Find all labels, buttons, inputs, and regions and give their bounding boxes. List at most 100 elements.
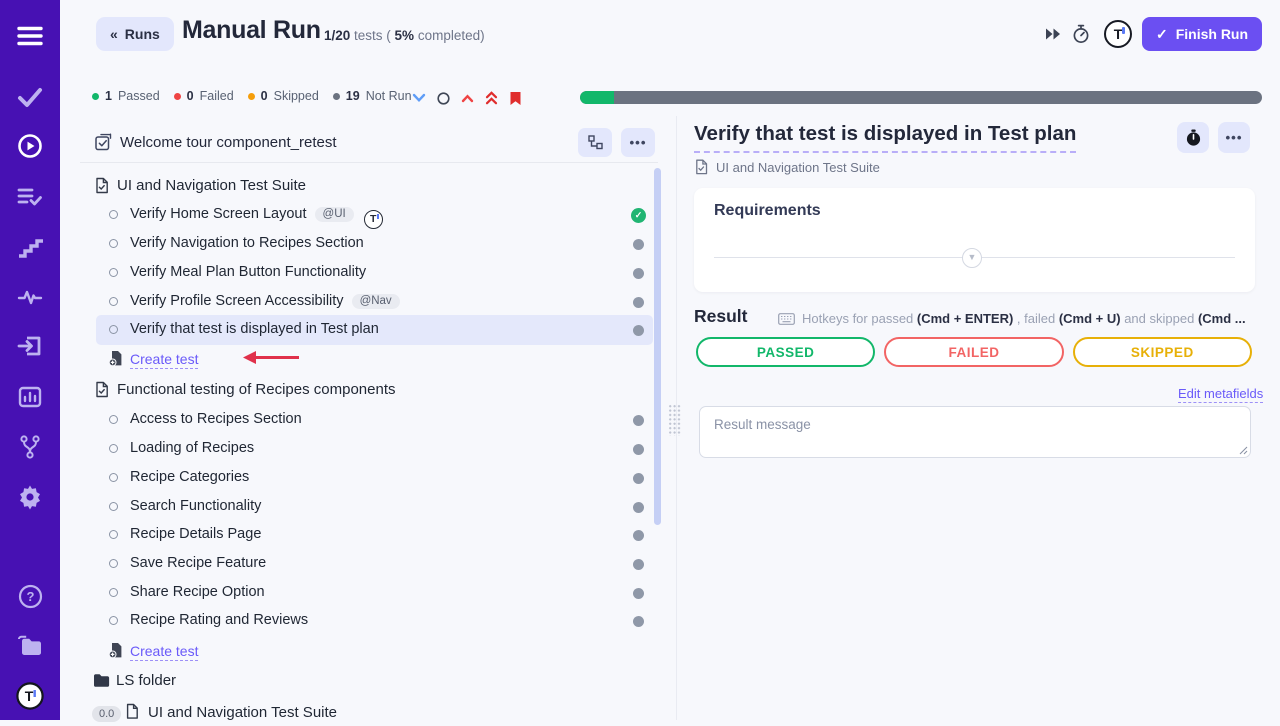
result-message-input[interactable] [699, 406, 1251, 458]
tree-test-row[interactable]: Save Recipe Feature [80, 551, 656, 577]
svg-text:T: T [25, 688, 34, 704]
test-tree: UI and Navigation Test Suite Verify Home … [80, 0, 656, 720]
tree-test-row[interactable]: Verify Meal Plan Button Functionality [80, 260, 656, 286]
tree-test-row[interactable]: Recipe Categories [80, 465, 656, 491]
tree-test-row[interactable]: Share Recipe Option [80, 580, 656, 606]
sidebar: ?T [0, 0, 60, 720]
tree-test-row[interactable]: Search Functionality [80, 494, 656, 520]
sidebar-item-help[interactable]: ? [0, 579, 60, 619]
import-icon [17, 334, 43, 363]
detail-more-button[interactable]: ••• [1218, 122, 1250, 153]
result-failed-button[interactable]: FAILED [884, 337, 1063, 367]
tree-test-row[interactable]: Verify Profile Screen Accessibility@Nav [80, 289, 656, 315]
create-test-link[interactable]: Create test [130, 351, 198, 369]
status-not-run-icon [633, 616, 644, 627]
test-bullet-icon [109, 444, 118, 453]
test-label: Recipe Rating and Reviews [130, 612, 308, 628]
test-label: Share Recipe Option [130, 584, 265, 600]
suite-doc-icon [694, 159, 709, 175]
test-detail-title[interactable]: Verify that test is displayed in Test pl… [694, 122, 1076, 153]
test-bullet-icon [109, 239, 118, 248]
annotation-arrow-icon [243, 350, 301, 365]
test-label: Verify Home Screen Layout@UIT [130, 206, 383, 229]
sidebar-item-pulse-activity[interactable] [0, 279, 60, 319]
sidebar-item-menu[interactable] [0, 18, 60, 58]
report-chart-icon [17, 385, 43, 414]
status-passed-icon: ✓ [631, 208, 646, 223]
tree-scrollbar[interactable] [654, 168, 661, 525]
test-label: Verify Meal Plan Button Functionality [130, 264, 366, 280]
logo-badge: T [1104, 20, 1132, 48]
tree-test-row[interactable]: Access to Recipes Section [80, 407, 656, 433]
status-not-run-icon [633, 502, 644, 513]
settings-gear-icon [17, 484, 43, 515]
tree-test-row[interactable]: Recipe Rating and Reviews [80, 608, 656, 634]
timer-icon [1185, 129, 1202, 147]
suite-breadcrumb[interactable]: UI and Navigation Test Suite [694, 159, 880, 175]
test-label: Save Recipe Feature [130, 555, 266, 571]
pulse-activity-icon [17, 287, 43, 312]
sidebar-item-company-logo[interactable]: T [0, 678, 60, 718]
tree-test-row[interactable]: Verify Home Screen Layout@UIT ✓ [80, 202, 656, 228]
create-test-link[interactable]: Create test [130, 643, 198, 661]
result-skipped-button[interactable]: SKIPPED [1073, 337, 1252, 367]
sidebar-item-tests-check[interactable] [0, 79, 60, 119]
tree-test-row[interactable]: Verify that test is displayed in Test pl… [80, 317, 656, 343]
folder-label: LS folder [116, 672, 176, 689]
steps-stairs-icon [17, 236, 43, 263]
status-not-run-icon [633, 325, 644, 336]
test-label: Verify Profile Screen Accessibility@Nav [130, 293, 400, 309]
tree-create-row[interactable]: Create test [80, 346, 656, 372]
expand-requirements-button[interactable]: ▼ [962, 248, 982, 268]
sidebar-item-report-chart[interactable] [0, 379, 60, 419]
result-message-wrap [699, 406, 1251, 458]
timer-button[interactable] [1177, 122, 1209, 153]
status-not-run-icon [633, 530, 644, 541]
sidebar-item-projects-folder[interactable] [0, 629, 60, 669]
tree-test-row[interactable]: Verify Navigation to Recipes Section [80, 231, 656, 257]
sidebar-item-steps-stairs[interactable] [0, 229, 60, 269]
status-not-run-icon [633, 268, 644, 279]
test-label: Recipe Categories [130, 469, 249, 485]
tree-test-row[interactable]: Recipe Details Page [80, 522, 656, 548]
test-bullet-icon [109, 473, 118, 482]
test-bullet-icon [109, 325, 118, 334]
tree-suite-row[interactable]: 0.0 UI and Navigation Test Suite [80, 700, 656, 726]
company-logo-icon: T [16, 682, 44, 715]
panel-resize-handle[interactable] [668, 404, 681, 436]
sidebar-item-plans-list-check[interactable] [0, 179, 60, 219]
test-label: Recipe Details Page [130, 526, 261, 542]
app-logo-icon[interactable]: T [1104, 20, 1132, 48]
runs-play-icon [17, 133, 43, 164]
help-icon: ? [18, 584, 43, 614]
result-passed-button[interactable]: PASSED [696, 337, 875, 367]
tree-create-row[interactable]: Create test [80, 638, 656, 664]
tree-suite-row[interactable]: UI and Navigation Test Suite [80, 173, 656, 199]
tree-test-row[interactable]: Loading of Recipes [80, 436, 656, 462]
suite-label: Functional testing of Recipes components [117, 381, 396, 398]
status-not-run-icon [633, 559, 644, 570]
keyboard-icon [778, 313, 795, 325]
test-logo-icon: T [364, 210, 383, 229]
test-bullet-icon [109, 530, 118, 539]
sidebar-item-branch[interactable] [0, 429, 60, 469]
stopwatch-icon[interactable] [1071, 23, 1091, 45]
result-heading: Result [694, 306, 747, 327]
status-not-run-icon [633, 239, 644, 250]
tree-folder-row[interactable]: LS folder [80, 668, 656, 694]
fast-forward-icon[interactable] [1044, 27, 1062, 41]
sidebar-item-runs-play[interactable] [0, 128, 60, 168]
finish-run-label: Finish Run [1176, 26, 1248, 42]
requirements-card: Requirements ▼ [694, 188, 1255, 292]
ellipsis-icon: ••• [1226, 130, 1243, 145]
finish-run-button[interactable]: ✓ Finish Run [1142, 17, 1262, 51]
edit-metafields-link[interactable]: Edit metafields [1178, 386, 1263, 403]
tree-suite-row[interactable]: Functional testing of Recipes components [80, 377, 656, 403]
sidebar-item-settings-gear[interactable] [0, 479, 60, 519]
check-icon: ✓ [1156, 26, 1168, 43]
test-bullet-icon [109, 268, 118, 277]
hotkeys-text: Hotkeys for passed (Cmd + ENTER) , faile… [802, 311, 1246, 326]
test-bullet-icon [109, 559, 118, 568]
sidebar-item-import[interactable] [0, 328, 60, 368]
result-buttons: PASSED FAILED SKIPPED [696, 337, 1252, 367]
